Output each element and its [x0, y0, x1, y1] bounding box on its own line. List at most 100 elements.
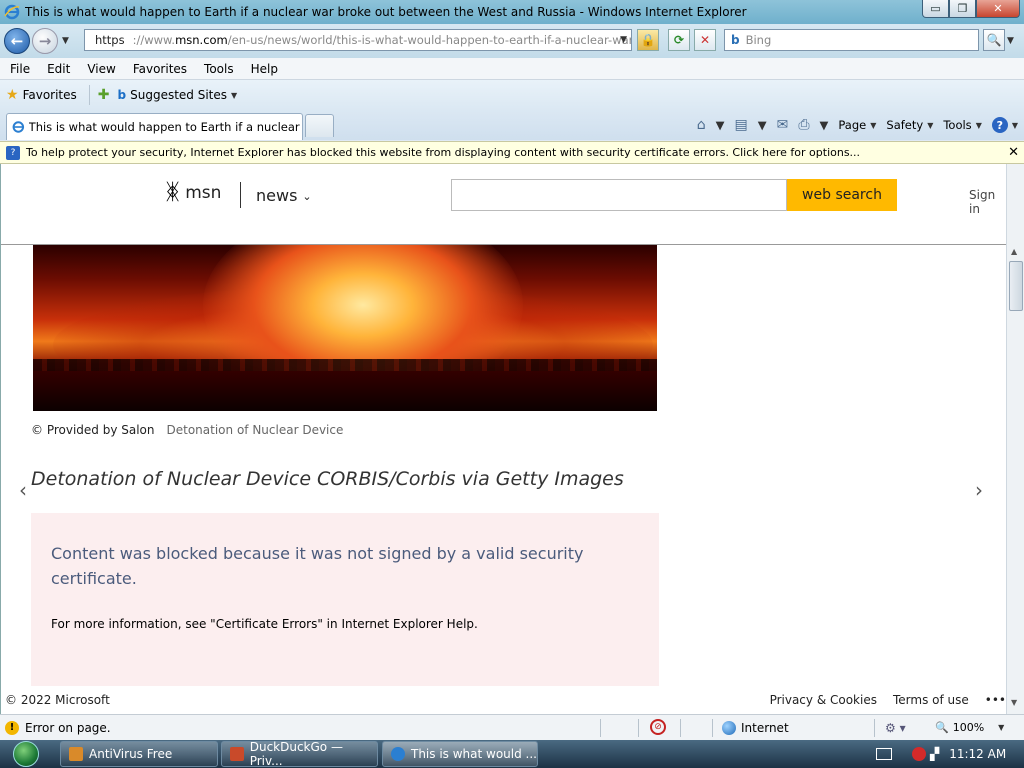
warning-icon[interactable]: ! [5, 720, 19, 735]
tab-bar: This is what would happen to Earth if a … [0, 110, 1024, 140]
tools-menu-button[interactable]: Tools ▼ [943, 118, 982, 132]
security-alert-icon[interactable] [912, 747, 926, 761]
info-bar-text: To help protect your security, Internet … [26, 146, 861, 159]
print-dropdown-icon[interactable]: ▼ [820, 118, 829, 132]
search-options-dropdown-icon[interactable]: ▼ [1007, 36, 1014, 46]
tab-active[interactable]: This is what would happen to Earth if a … [6, 113, 303, 140]
search-button[interactable]: 🔍 [983, 29, 1005, 51]
home-icon[interactable]: ⌂ [697, 117, 706, 133]
menu-view[interactable]: View [77, 62, 122, 76]
search-placeholder: Bing [745, 33, 772, 47]
page-footer: © 2022 Microsoft Privacy & Cookies Terms… [1, 686, 1006, 714]
network-icon[interactable]: ▞ [930, 747, 939, 761]
msn-header: ᛤ msn news ⌄ web search Sign in [1, 164, 1006, 245]
news-section-dropdown[interactable]: news ⌄ [256, 186, 312, 205]
safety-menu-button[interactable]: Safety ▼ [886, 118, 933, 132]
carousel-next-icon[interactable]: › [975, 478, 983, 502]
chevron-down-icon: ▼ [975, 120, 982, 130]
favorites-label: Favorites [22, 88, 77, 102]
ground-silhouette [33, 371, 657, 411]
zoom-control[interactable]: 🔍 100% ▼ [935, 721, 1004, 734]
navigation-bar: ← → ▼ https ://www. msn.com /en-us/news/… [0, 24, 1024, 58]
carousel-prev-icon[interactable]: ‹ [19, 478, 27, 502]
taskbar-item-antivirus[interactable]: AntiVirus Free [60, 741, 218, 767]
menu-file[interactable]: File [0, 62, 37, 76]
address-bar[interactable]: https ://www. msn.com /en-us/news/world/… [84, 29, 632, 51]
stop-icon: ✕ [699, 33, 711, 47]
more-options-icon[interactable]: ••• [985, 693, 1006, 707]
vertical-scrollbar[interactable]: ▲ ▼ [1006, 164, 1024, 714]
scroll-down-icon[interactable]: ▼ [1011, 698, 1017, 707]
search-input[interactable]: b Bing [724, 29, 979, 51]
menu-tools[interactable]: Tools [194, 62, 241, 76]
status-bar: ! Error on page. ⊘ Internet ⚙ ▾ 🔍 100% ▼ [0, 714, 1024, 740]
zone-label: Internet [741, 721, 789, 735]
clock[interactable]: 11:12 AM [949, 747, 1006, 761]
shield-icon: ? [6, 145, 20, 160]
security-zone[interactable]: Internet [722, 721, 789, 735]
page-menu-button[interactable]: Page ▼ [838, 118, 876, 132]
maximize-button[interactable]: ❐ [949, 0, 976, 18]
taskbar-item-duckduckgo[interactable]: DuckDuckGo — Priv... [221, 740, 378, 768]
refresh-button[interactable]: ⟳ [668, 29, 690, 51]
close-info-bar-icon[interactable]: ✕ [1008, 145, 1019, 160]
recent-pages-dropdown-icon[interactable]: ▼ [62, 36, 69, 46]
scroll-up-icon[interactable]: ▲ [1011, 247, 1017, 256]
close-icon: ✕ [993, 2, 1003, 15]
window-title-bar[interactable]: This is what would happen to Earth if a … [0, 0, 1024, 24]
url-www: ://www. [132, 33, 176, 47]
feeds-icon[interactable]: ▤ [735, 117, 748, 133]
favorites-bar: ★ Favorites ✚ b Suggested Sites ▼ [0, 80, 1024, 110]
help-menu-button[interactable]: ? ▼ [991, 117, 1018, 133]
taskbar-item-ie[interactable]: This is what would ... [382, 741, 538, 767]
new-tab-button[interactable] [305, 114, 334, 137]
mail-icon[interactable]: ✉ [777, 117, 789, 133]
back-arrow-icon: ← [10, 32, 24, 50]
start-button[interactable] [6, 740, 46, 768]
close-window-button[interactable]: ✕ [976, 0, 1020, 18]
scrollbar-thumb[interactable] [1009, 261, 1023, 311]
sign-in-link[interactable]: Sign in [969, 188, 1006, 216]
ie-logo-icon [4, 4, 20, 20]
print-icon[interactable]: ⎙ [798, 117, 809, 133]
url-scheme: https [95, 33, 125, 47]
copyright-text: © 2022 Microsoft [5, 693, 110, 707]
favorites-button[interactable]: ★ Favorites [0, 87, 77, 103]
minimize-button[interactable]: ▭ [922, 0, 949, 18]
msn-logo-link[interactable]: ᛤ msn [166, 180, 221, 205]
menu-favorites[interactable]: Favorites [123, 62, 194, 76]
menu-edit[interactable]: Edit [37, 62, 77, 76]
address-dropdown-icon[interactable]: ▼ [620, 35, 627, 45]
protected-mode-icon[interactable]: ⚙ ▾ [885, 721, 906, 735]
windows-orb-icon [13, 741, 39, 767]
web-search-button[interactable]: web search [787, 179, 897, 211]
feeds-dropdown-icon[interactable]: ▼ [758, 118, 767, 132]
antivirus-icon [69, 747, 83, 761]
status-text[interactable]: Error on page. [25, 721, 111, 735]
stop-button[interactable]: ✕ [694, 29, 716, 51]
chevron-down-icon: ▼ [231, 90, 238, 100]
back-button[interactable]: ← [4, 28, 30, 54]
keyboard-icon[interactable] [876, 748, 892, 760]
forward-button[interactable]: → [32, 28, 58, 54]
menu-help[interactable]: Help [241, 62, 285, 76]
suggested-sites-label: Suggested Sites [130, 88, 228, 102]
msn-brand: msn [185, 182, 222, 203]
command-bar: ⌂ ▼ ▤ ▼ ✉ ⎙ ▼ Page ▼ Safety ▼ Tools ▼ ? … [687, 115, 1018, 135]
zoom-level: 100% [952, 721, 985, 734]
web-search-input[interactable] [451, 179, 787, 211]
chevron-down-icon: ⌄ [302, 190, 312, 203]
terms-of-use-link[interactable]: Terms of use [893, 693, 969, 707]
restore-icon: ❐ [957, 2, 968, 15]
privacy-cookies-link[interactable]: Privacy & Cookies [770, 693, 877, 707]
certificate-lock-button[interactable]: 🔒 [637, 29, 659, 51]
add-to-favorites-bar-icon[interactable]: ✚ [98, 87, 110, 103]
home-dropdown-icon[interactable]: ▼ [716, 118, 725, 132]
divider [680, 719, 681, 737]
security-info-bar[interactable]: ? To help protect your security, Interne… [0, 141, 1024, 164]
chevron-down-icon: ▼ [998, 723, 1005, 732]
suggested-sites-button[interactable]: b Suggested Sites ▼ [110, 88, 238, 102]
news-section-label: news [256, 186, 298, 205]
image-caption: Detonation of Nuclear Device CORBIS/Corb… [31, 468, 624, 490]
privacy-blocked-icon[interactable]: ⊘ [650, 719, 666, 735]
